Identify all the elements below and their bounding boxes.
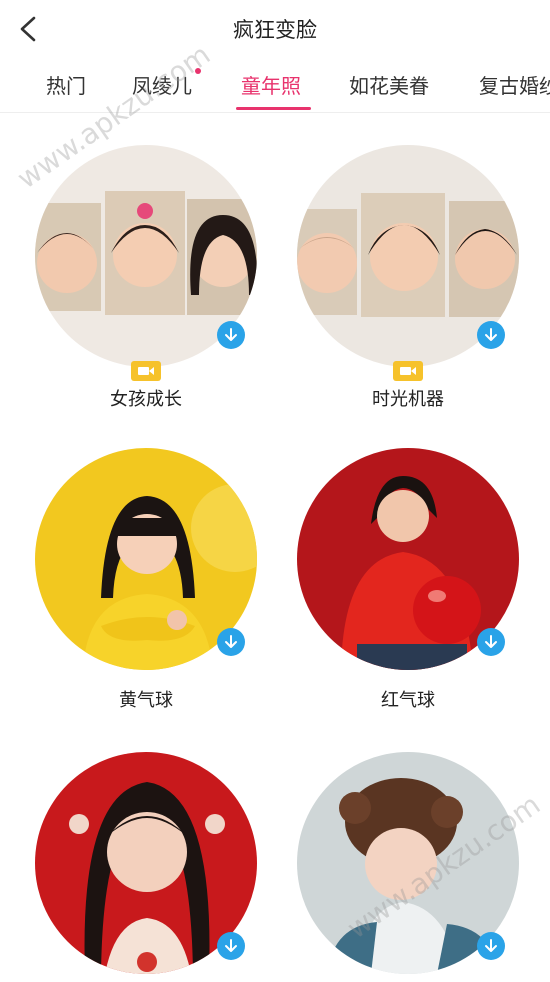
header-bar: 疯狂变脸 xyxy=(0,0,550,62)
tab-hot[interactable]: 热门 xyxy=(46,70,86,99)
template-card-red-girl[interactable] xyxy=(35,752,265,982)
active-tab-indicator xyxy=(236,107,311,110)
download-icon[interactable] xyxy=(217,321,245,349)
template-card-time-machine[interactable]: 时光机器 xyxy=(297,145,527,413)
page-title: 疯狂变脸 xyxy=(233,18,317,42)
download-icon[interactable] xyxy=(477,628,505,656)
video-camera-icon xyxy=(393,361,423,381)
template-label: 黄气球 xyxy=(119,690,173,711)
tab-ruhua-meijuan[interactable]: 如花美眷 xyxy=(349,70,429,99)
download-icon[interactable] xyxy=(217,932,245,960)
template-card-girl-growth[interactable]: 女孩成长 xyxy=(35,145,265,413)
tab-retro-wedding[interactable]: 复古婚纱 xyxy=(479,70,550,99)
category-tabs: 热门 凤绫儿 童年照 如花美眷 复古婚纱 xyxy=(0,62,550,113)
template-label: 女孩成长 xyxy=(110,389,182,410)
tab-childhood-photo[interactable]: 童年照 xyxy=(241,70,301,99)
template-label: 时光机器 xyxy=(372,389,444,410)
download-icon[interactable] xyxy=(217,628,245,656)
template-card-yellow-balloon[interactable]: 黄气球 xyxy=(35,448,265,716)
download-icon[interactable] xyxy=(477,932,505,960)
video-camera-icon xyxy=(131,361,161,381)
new-dot-badge xyxy=(195,68,201,74)
template-label: 红气球 xyxy=(381,690,435,711)
download-icon[interactable] xyxy=(477,321,505,349)
template-card-red-balloon[interactable]: 红气球 xyxy=(297,448,527,716)
tab-fenglinger[interactable]: 凤绫儿 xyxy=(132,68,201,99)
template-card-curly-boy[interactable] xyxy=(297,752,527,982)
